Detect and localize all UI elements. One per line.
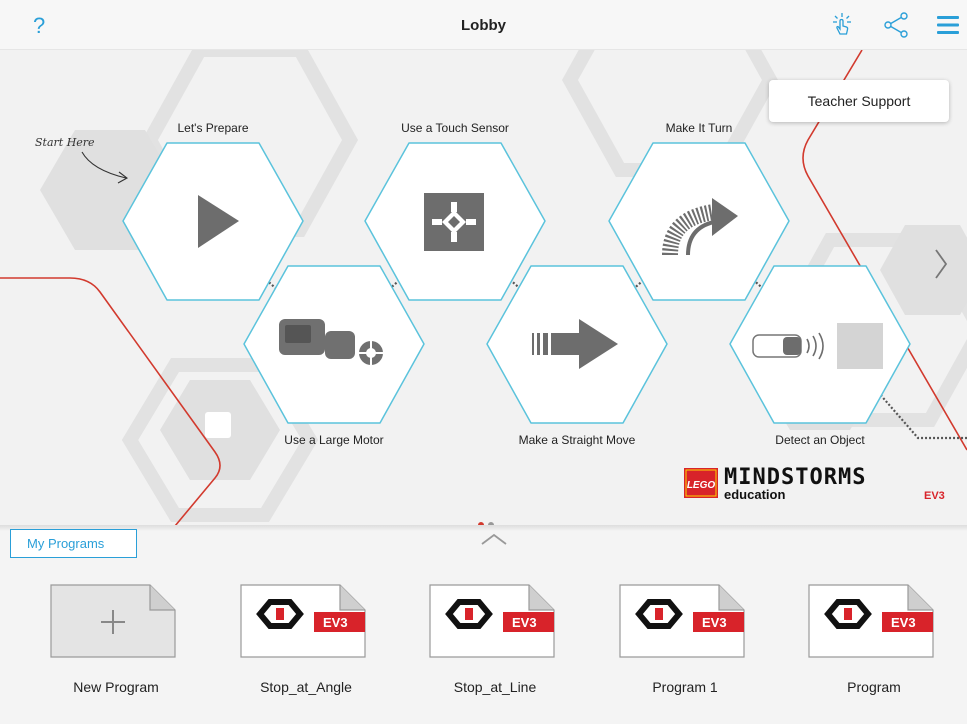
lesson-label: Let's Prepare: [177, 121, 249, 135]
svg-text:LEGO: LEGO: [687, 480, 716, 491]
ev3-brick-icon: [256, 599, 304, 629]
program-label: Stop_at_Line: [453, 679, 537, 695]
ev3-brick-icon: [635, 599, 683, 629]
program-label: New Program: [73, 679, 159, 695]
hamburger-menu-icon[interactable]: [937, 16, 959, 39]
program-file[interactable]: EV3: [619, 584, 745, 658]
svg-text:education: education: [724, 487, 785, 502]
touch-sensor-icon: [424, 193, 484, 251]
top-bar: ? Lobby: [0, 0, 967, 50]
lesson-label: Use a Touch Sensor: [401, 121, 509, 135]
program-label: Program: [847, 679, 901, 695]
ev3-badge: EV3: [512, 615, 537, 630]
divider: [0, 525, 967, 531]
share-icon[interactable]: [882, 12, 910, 43]
program-file[interactable]: EV3: [808, 584, 934, 658]
ev3-badge: EV3: [891, 615, 916, 630]
ev3-brick-icon: [445, 599, 493, 629]
teacher-support-button[interactable]: Teacher Support: [769, 80, 949, 122]
program-label: Program 1: [652, 679, 718, 695]
lesson-label: Use a Large Motor: [284, 433, 384, 447]
my-programs-tab[interactable]: My Programs: [10, 529, 137, 558]
lesson-label: Detect an Object: [775, 433, 865, 447]
page-title: Lobby: [461, 17, 506, 34]
program-label: Stop_at_Angle: [260, 679, 352, 695]
ev3-badge: EV3: [323, 615, 348, 630]
chevron-right-icon[interactable]: [932, 246, 950, 287]
chevron-up-icon[interactable]: [480, 532, 508, 551]
program-file[interactable]: EV3: [429, 584, 555, 658]
new-program-file[interactable]: [50, 584, 176, 658]
touch-gesture-icon[interactable]: [830, 12, 854, 43]
svg-text:EV3: EV3: [924, 490, 945, 502]
lesson-detect-object[interactable]: [727, 263, 913, 426]
program-file[interactable]: EV3: [240, 584, 366, 658]
lesson-label: Make a Straight Move: [518, 433, 636, 447]
lesson-label: Make It Turn: [665, 121, 733, 135]
lego-mindstorms-logo: LEGO MINDSTORMS education EV3: [684, 462, 956, 507]
ev3-brick-icon: [824, 599, 872, 629]
start-here-label: Start Here: [35, 136, 95, 149]
ev3-badge: EV3: [702, 615, 727, 630]
